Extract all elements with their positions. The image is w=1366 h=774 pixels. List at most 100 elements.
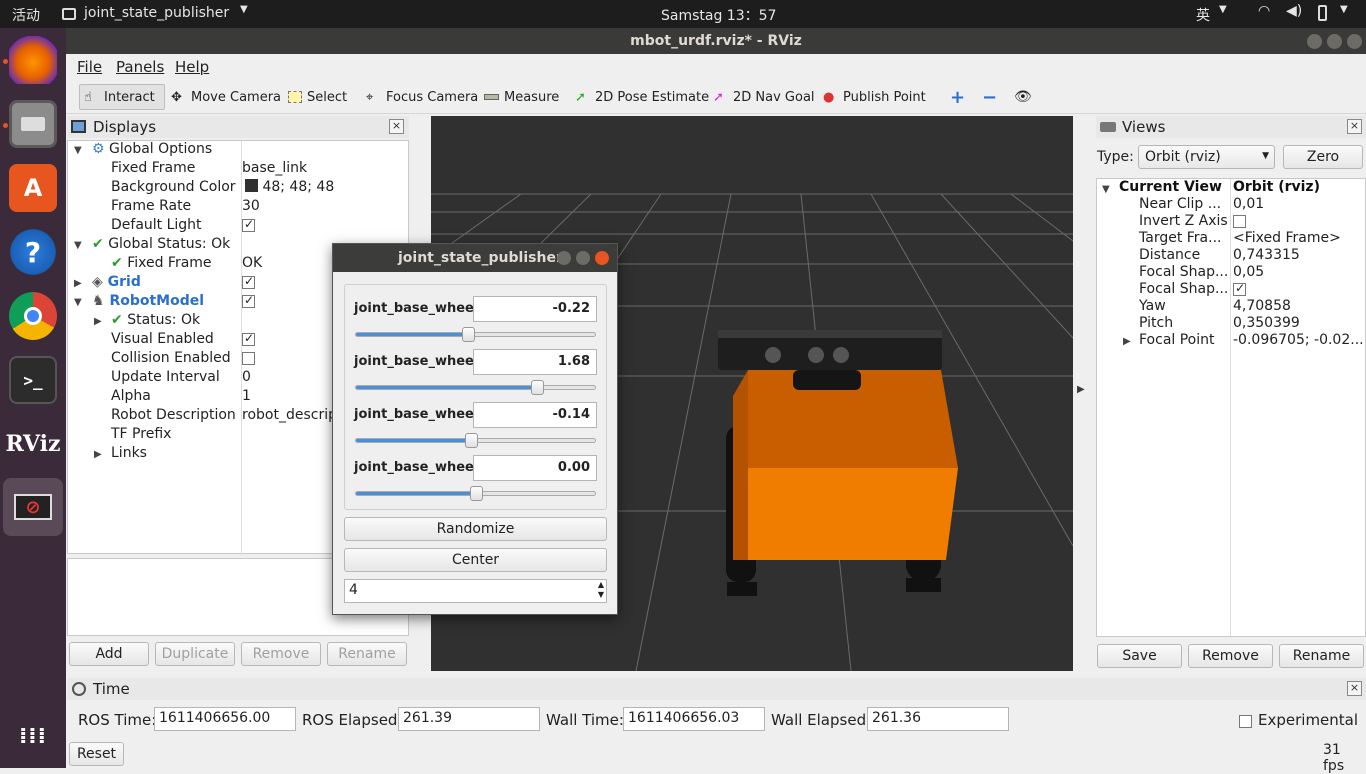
- update-interval-value[interactable]: 0: [242, 369, 251, 388]
- expand-right-icon[interactable]: ▶: [1077, 384, 1085, 395]
- show-apps-icon[interactable]: ⁞⁞⁞: [9, 712, 57, 760]
- help-icon[interactable]: ?: [9, 228, 57, 276]
- collapse-arrow-icon[interactable]: ▶: [94, 316, 102, 327]
- system-menu-chevron-icon[interactable]: ▼: [1340, 4, 1348, 15]
- grid-row[interactable]: ◈ Grid: [92, 274, 141, 293]
- joint-slider[interactable]: [355, 486, 596, 501]
- joint-slider[interactable]: [355, 327, 596, 342]
- active-app-icon[interactable]: ⊘: [3, 478, 63, 536]
- fixed-frame-value[interactable]: base_link: [242, 160, 307, 179]
- slider-handle[interactable]: [470, 486, 483, 501]
- robot-description-value[interactable]: robot_descrip: [242, 407, 337, 426]
- reset-button[interactable]: Reset: [69, 742, 124, 766]
- close-time-icon[interactable]: ×: [1347, 681, 1362, 696]
- menu-file[interactable]: File: [77, 58, 102, 76]
- spin-box[interactable]: 4 ▲ ▼: [344, 579, 607, 603]
- measure-tool[interactable]: Measure: [480, 84, 563, 110]
- joint-slider[interactable]: [355, 380, 596, 395]
- robot-model-row[interactable]: ♞ RobotModel: [92, 293, 204, 312]
- joint-value-field[interactable]: -0.22: [473, 296, 597, 322]
- expand-arrow-icon[interactable]: ▼: [74, 145, 82, 156]
- nav-goal-tool[interactable]: ➚ 2D Nav Goal: [709, 84, 819, 110]
- spin-arrows-icon[interactable]: ▲ ▼: [598, 580, 604, 600]
- remove-display-button[interactable]: Remove: [241, 642, 321, 666]
- app-menu[interactable]: joint_state_publisher: [84, 5, 229, 21]
- global-status-label: Global Status: Ok: [108, 236, 231, 252]
- grid-checkbox[interactable]: [242, 274, 255, 293]
- pose-estimate-tool[interactable]: ➚ 2D Pose Estimate: [571, 84, 713, 110]
- input-method[interactable]: 英: [1196, 5, 1210, 25]
- close-views-icon[interactable]: ×: [1347, 119, 1362, 134]
- remove-view-button[interactable]: Remove: [1188, 644, 1273, 668]
- menu-panels[interactable]: Panels: [116, 58, 164, 76]
- software-center-icon[interactable]: A: [9, 164, 57, 212]
- save-view-button[interactable]: Save: [1097, 644, 1182, 668]
- eye-icon[interactable]: 👁: [1010, 84, 1036, 110]
- move-camera-tool[interactable]: ✥ Move Camera: [167, 84, 285, 110]
- view-type-select[interactable]: Orbit (rviz) ▼: [1138, 145, 1275, 169]
- randomize-button[interactable]: Randomize: [344, 517, 607, 541]
- close-icon[interactable]: [595, 251, 609, 265]
- joint-slider[interactable]: [355, 433, 596, 448]
- slider-handle[interactable]: [462, 327, 476, 342]
- experimental-checkbox[interactable]: [1239, 713, 1252, 730]
- collapse-arrow-icon[interactable]: ▶: [94, 449, 102, 460]
- splitter-right[interactable]: ▶: [1073, 116, 1096, 671]
- volume-icon: ◀): [1286, 3, 1303, 19]
- joint-value-field[interactable]: -0.14: [473, 402, 597, 428]
- slider-handle[interactable]: [464, 433, 478, 448]
- global-status-row[interactable]: ✔ Global Status: Ok: [92, 236, 230, 255]
- slider-handle[interactable]: [530, 380, 544, 395]
- default-light-checkbox[interactable]: [242, 217, 255, 236]
- check-icon: ✔: [111, 255, 123, 271]
- focus-camera-tool[interactable]: ⌖ Focus Camera: [362, 84, 482, 110]
- close-icon[interactable]: [1347, 34, 1362, 49]
- expand-arrow-icon[interactable]: ▼: [1102, 184, 1110, 195]
- ros-time-field[interactable]: 1611406656.00: [154, 707, 296, 731]
- expand-arrow-icon[interactable]: ▼: [74, 240, 82, 251]
- add-display-button[interactable]: Add: [69, 642, 149, 666]
- interact-tool[interactable]: ☝ Interact: [79, 84, 165, 110]
- maximize-icon[interactable]: [576, 251, 590, 265]
- maximize-icon[interactable]: [1327, 34, 1342, 49]
- collapse-arrow-icon[interactable]: ▶: [74, 278, 82, 289]
- rename-display-button[interactable]: Rename: [327, 642, 407, 666]
- joint-value-field[interactable]: 1.68: [473, 349, 597, 375]
- select-tool[interactable]: Select: [284, 84, 351, 110]
- chrome-icon[interactable]: [9, 292, 57, 340]
- publish-point-tool[interactable]: ● Publish Point: [819, 84, 930, 110]
- duplicate-display-button[interactable]: Duplicate: [155, 642, 235, 666]
- global-options-row[interactable]: ⚙ Global Options: [92, 141, 212, 160]
- wall-elapsed-field[interactable]: 261.36: [867, 707, 1009, 731]
- alpha-value[interactable]: 1: [242, 388, 251, 407]
- remove-tool-icon[interactable]: −: [978, 84, 1001, 110]
- focal-point-value[interactable]: -0.096705; -0.02...: [1233, 332, 1364, 351]
- wall-time-field[interactable]: 1611406656.03: [623, 707, 765, 731]
- collapse-arrow-icon[interactable]: ▶: [1123, 336, 1131, 347]
- clock[interactable]: Samstag 13：57: [661, 5, 776, 25]
- add-tool-icon[interactable]: +: [946, 84, 969, 110]
- zero-button[interactable]: Zero: [1283, 145, 1363, 169]
- joint-value-field[interactable]: 0.00: [473, 455, 597, 481]
- minimize-icon[interactable]: [1307, 34, 1322, 49]
- background-color-value[interactable]: 48; 48; 48: [245, 179, 334, 198]
- collision-enabled-checkbox[interactable]: [242, 350, 255, 369]
- links-label[interactable]: Links: [111, 445, 147, 464]
- firefox-icon[interactable]: [9, 36, 57, 84]
- minimize-icon[interactable]: [557, 251, 571, 265]
- activities-button[interactable]: 活动: [12, 5, 40, 25]
- ros-elapsed-field[interactable]: 261.39: [398, 707, 540, 731]
- menu-help[interactable]: Help: [175, 58, 209, 76]
- frame-rate-value[interactable]: 30: [242, 198, 260, 217]
- status-row[interactable]: ✔ Status: Ok: [111, 312, 200, 331]
- robot-model-checkbox[interactable]: [242, 293, 255, 312]
- visual-enabled-checkbox[interactable]: [242, 331, 255, 350]
- center-button[interactable]: Center: [344, 548, 607, 572]
- views-tree: ▼ Current View Orbit (rviz) Near Clip ..…: [1096, 178, 1366, 637]
- expand-arrow-icon[interactable]: ▼: [74, 297, 82, 308]
- rviz-icon[interactable]: RViz: [5, 420, 60, 468]
- close-displays-icon[interactable]: ×: [389, 119, 404, 134]
- files-icon[interactable]: [9, 100, 57, 148]
- terminal-icon[interactable]: >_: [9, 356, 57, 404]
- rename-view-button[interactable]: Rename: [1279, 644, 1364, 668]
